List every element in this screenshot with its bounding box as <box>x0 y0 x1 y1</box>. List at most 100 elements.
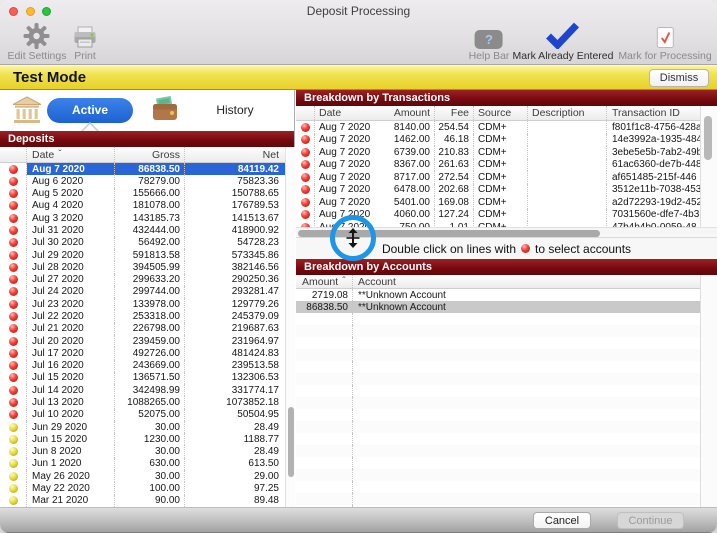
red-dot-icon <box>9 226 18 235</box>
help-icon: ? <box>469 22 510 49</box>
deposit-row[interactable]: Jun 29 202030.0028.49 <box>0 421 285 433</box>
deposits-col-date[interactable]: Date ˇ <box>27 147 115 162</box>
transactions-hscrollbar-thumb[interactable] <box>298 230 600 237</box>
deposits-panel: Active History Deposits <box>0 90 295 507</box>
deposit-gross-cell: 181078.00 <box>115 200 185 212</box>
deposits-section-header: Deposits <box>0 131 294 147</box>
printer-icon <box>73 22 97 49</box>
deposit-row[interactable]: Aug 5 2020155666.00150788.65 <box>0 188 285 200</box>
test-mode-label: Test Mode <box>13 69 86 86</box>
deposit-row[interactable]: Mar 21 202090.0089.48 <box>0 495 285 507</box>
deposits-col-gross[interactable]: Gross <box>115 147 185 162</box>
transactions-col-amount[interactable]: Amount <box>376 106 435 120</box>
deposit-row[interactable]: May 26 202030.0029.00 <box>0 470 285 482</box>
deposit-row[interactable]: Jul 16 2020243669.00239513.58 <box>0 360 285 372</box>
deposits-col-net[interactable]: Net <box>185 147 285 162</box>
deposit-row[interactable]: Jul 21 2020226798.00219687.63 <box>0 323 285 335</box>
transaction-row[interactable]: Aug 7 20208717.00272.54CDM+af651485-215f… <box>296 171 700 184</box>
deposit-row[interactable]: Aug 4 2020181078.00176789.53 <box>0 200 285 212</box>
transactions-col-source[interactable]: Source <box>474 106 528 120</box>
deposits-scrollbar-thumb[interactable] <box>288 407 295 477</box>
red-dot-icon <box>301 198 310 207</box>
transaction-row[interactable]: Aug 7 20205401.00169.08CDM+a2d72293-19d2… <box>296 196 700 209</box>
transaction-row[interactable]: Aug 7 20201462.0046.18CDM+14e3992a-1935-… <box>296 134 700 147</box>
deposit-row[interactable]: Jul 15 2020136571.50132306.53 <box>0 372 285 384</box>
tab-active[interactable]: Active <box>47 98 133 123</box>
mark-for-processing-label: Mark for Processing <box>618 50 711 62</box>
deposit-date-cell: Jul 31 2020 <box>27 224 115 236</box>
transaction-source-cell: CDM+ <box>474 121 528 134</box>
deposit-row[interactable]: Jul 29 2020591813.58573345.86 <box>0 249 285 261</box>
accounts-vscrollbar[interactable] <box>700 275 717 507</box>
transaction-date-cell: Aug 7 2020 <box>315 196 376 209</box>
accounts-col-amount[interactable]: Amount ˆ <box>296 275 353 288</box>
deposit-row[interactable]: Jul 28 2020394505.99382146.56 <box>0 261 285 273</box>
deposit-row[interactable]: Jul 14 2020342498.99331774.17 <box>0 384 285 396</box>
red-dot-icon <box>9 275 18 284</box>
deposit-net-cell: 150788.65 <box>185 188 285 200</box>
account-empty-row <box>296 325 700 337</box>
deposit-net-cell: 481424.83 <box>185 347 285 359</box>
account-empty-row <box>296 349 700 361</box>
transactions-vscrollbar[interactable] <box>700 106 717 227</box>
cancel-button[interactable]: Cancel <box>533 512 591 529</box>
deposit-row[interactable]: May 22 2020100.0097.25 <box>0 482 285 494</box>
transaction-amount-cell: 6478.00 <box>376 184 435 197</box>
print-button[interactable]: Print <box>73 22 97 62</box>
transactions-col-description[interactable]: Description <box>528 106 607 120</box>
deposit-gross-cell: 342498.99 <box>115 384 185 396</box>
transaction-description-cell <box>528 159 607 172</box>
test-mode-banner: Test Mode Dismiss <box>0 65 717 90</box>
red-dot-icon <box>9 287 18 296</box>
transaction-description-cell <box>528 196 607 209</box>
deposit-row[interactable]: Jul 27 2020299633.20290250.36 <box>0 274 285 286</box>
deposit-row[interactable]: Jul 20 2020239459.00231964.97 <box>0 335 285 347</box>
transactions-col-fee[interactable]: Fee <box>435 106 474 120</box>
help-bar-button[interactable]: ? Help Bar <box>469 22 510 62</box>
transaction-amount-cell: 1462.00 <box>376 134 435 147</box>
mark-already-entered-button[interactable]: Mark Already Entered <box>513 22 614 62</box>
account-row[interactable]: 2719.08**Unknown Account <box>296 289 700 301</box>
red-dot-icon <box>9 312 18 321</box>
deposit-row[interactable]: Jul 10 202052075.0050504.95 <box>0 409 285 421</box>
transaction-row[interactable]: Aug 7 20208367.00261.63CDM+61ac6360-de7b… <box>296 159 700 172</box>
deposit-row[interactable]: Jul 13 20201088265.001073852.18 <box>0 396 285 408</box>
deposits-scrollbar[interactable] <box>285 147 295 507</box>
deposit-row[interactable]: Aug 7 202086838.5084119.42 <box>0 163 285 175</box>
deposit-row[interactable]: Jun 15 20201230.001188.77 <box>0 433 285 445</box>
transaction-date-cell: Aug 7 2020 <box>315 159 376 172</box>
transaction-row[interactable]: Aug 7 20204060.00127.24CDM+7031560e-dfe7… <box>296 209 700 222</box>
deposit-date-cell: Jul 30 2020 <box>27 237 115 249</box>
transactions-hscrollbar[interactable] <box>296 227 717 238</box>
tab-history[interactable]: History <box>200 90 270 131</box>
red-dot-icon <box>301 135 310 144</box>
dismiss-button[interactable]: Dismiss <box>649 69 709 87</box>
continue-button[interactable]: Continue <box>617 512 684 529</box>
deposit-row[interactable]: Jul 22 2020253318.00245379.09 <box>0 310 285 322</box>
transaction-row[interactable]: Aug 7 20206739.00210.83CDM+3ebe5e5b-7ab2… <box>296 146 700 159</box>
transactions-col-txid[interactable]: Transaction ID <box>607 106 700 120</box>
transactions-col-date[interactable]: Date <box>315 106 376 120</box>
deposit-row[interactable]: Aug 3 2020143185.73141513.67 <box>0 212 285 224</box>
deposit-row[interactable]: Jun 1 2020630.00613.50 <box>0 458 285 470</box>
transactions-vscrollbar-thumb[interactable] <box>704 116 712 160</box>
deposit-row[interactable]: Jul 30 202056492.0054728.23 <box>0 237 285 249</box>
transaction-row-dot-cell <box>296 209 315 222</box>
edit-settings-button[interactable]: Edit Settings <box>8 22 67 62</box>
mark-for-processing-button[interactable]: Mark for Processing <box>618 22 711 62</box>
window-title: Deposit Processing <box>0 4 717 18</box>
sort-desc-icon: ˇ <box>58 149 61 160</box>
deposit-row[interactable]: Aug 6 202078279.0075823.36 <box>0 175 285 187</box>
deposit-row[interactable]: Jul 23 2020133978.00129779.26 <box>0 298 285 310</box>
deposit-row[interactable]: Jul 31 2020432444.00418900.92 <box>0 224 285 236</box>
account-name-cell: **Unknown Account <box>353 301 700 313</box>
accounts-col-account[interactable]: Account <box>353 275 700 288</box>
transaction-row[interactable]: Aug 7 20208140.00254.54CDM+f801f1c8-4756… <box>296 121 700 134</box>
deposit-row[interactable]: Jul 24 2020299744.00293281.47 <box>0 286 285 298</box>
account-empty-row <box>296 481 700 493</box>
transaction-row[interactable]: Aug 7 20206478.00202.68CDM+3512e11b-7038… <box>296 184 700 197</box>
deposit-row[interactable]: Jul 17 2020492726.00481424.83 <box>0 347 285 359</box>
account-row[interactable]: 86838.50**Unknown Account <box>296 301 700 313</box>
deposit-row[interactable]: Jun 8 202030.0028.49 <box>0 445 285 457</box>
account-empty-row <box>296 409 700 421</box>
